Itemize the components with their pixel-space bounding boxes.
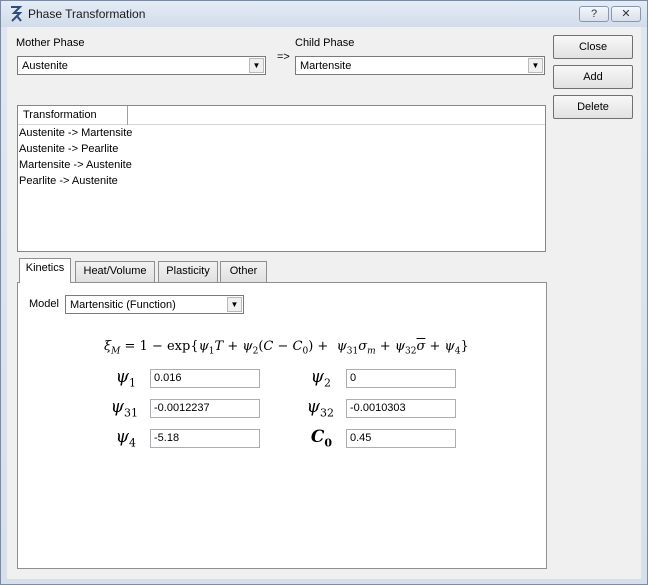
list-item[interactable]: Austenite -> Martensite bbox=[19, 127, 132, 143]
psi4-symbol: ψ4 bbox=[115, 427, 136, 450]
app-icon bbox=[11, 6, 23, 22]
column-header-transformation[interactable]: Transformation bbox=[18, 106, 128, 125]
list-item[interactable]: Pearlite -> Austenite bbox=[19, 175, 118, 191]
chevron-down-icon[interactable]: ▼ bbox=[249, 58, 264, 73]
model-label: Model bbox=[29, 298, 59, 310]
list-header: Transformation bbox=[18, 106, 545, 125]
close-window-button[interactable]: ✕ bbox=[611, 6, 641, 22]
chevron-down-icon[interactable]: ▼ bbox=[227, 297, 242, 312]
model-select[interactable]: Martensitic (Function) ▼ bbox=[65, 295, 244, 314]
phase-transformation-window: Phase Transformation ? ✕ Mother Phase Au… bbox=[0, 0, 648, 585]
kinetics-formula: ξM = 1 − exp{ψ1T + ψ2(C − C0) + ψ31σm + … bbox=[104, 339, 469, 357]
psi1-symbol: ψ1 bbox=[115, 367, 136, 390]
dialog-client-area: Mother Phase Austenite ▼ => Child Phase … bbox=[7, 27, 641, 579]
delete-button[interactable]: Delete bbox=[553, 95, 633, 119]
psi2-symbol: ψ2 bbox=[310, 367, 331, 390]
add-button[interactable]: Add bbox=[553, 65, 633, 89]
psi32-input[interactable]: -0.0010303 bbox=[346, 399, 456, 418]
tab-kinetics[interactable]: Kinetics bbox=[19, 258, 71, 283]
column-header-empty bbox=[128, 106, 545, 125]
tab-other[interactable]: Other bbox=[220, 261, 267, 282]
help-button[interactable]: ? bbox=[579, 6, 609, 22]
list-item[interactable]: Austenite -> Pearlite bbox=[19, 143, 118, 159]
psi31-symbol: ψ31 bbox=[110, 397, 138, 420]
mother-phase-label: Mother Phase bbox=[16, 37, 85, 49]
psi4-input[interactable]: -5.18 bbox=[150, 429, 260, 448]
tab-heat-volume[interactable]: Heat/Volume bbox=[75, 261, 155, 282]
child-phase-label: Child Phase bbox=[295, 37, 355, 49]
tab-plasticity[interactable]: Plasticity bbox=[158, 261, 218, 282]
model-value: Martensitic (Function) bbox=[70, 299, 176, 311]
mother-phase-select[interactable]: Austenite ▼ bbox=[17, 56, 266, 75]
psi2-input[interactable]: 0 bbox=[346, 369, 456, 388]
close-button[interactable]: Close bbox=[553, 35, 633, 59]
c0-input[interactable]: 0.45 bbox=[346, 429, 456, 448]
chevron-down-icon[interactable]: ▼ bbox=[528, 58, 543, 73]
child-phase-select[interactable]: Martensite ▼ bbox=[295, 56, 545, 75]
list-item[interactable]: Martensite -> Austenite bbox=[19, 159, 132, 175]
c0-symbol: C0 bbox=[310, 427, 332, 450]
mother-phase-value: Austenite bbox=[22, 60, 68, 72]
psi32-symbol: ψ32 bbox=[306, 397, 334, 420]
kinetics-panel: Model Martensitic (Function) ▼ ξM = 1 − … bbox=[17, 282, 547, 569]
child-phase-value: Martensite bbox=[300, 60, 352, 72]
arrow-text: => bbox=[277, 51, 290, 63]
title-bar[interactable]: Phase Transformation ? ✕ bbox=[1, 1, 647, 27]
psi1-input[interactable]: 0.016 bbox=[150, 369, 260, 388]
transformation-list[interactable]: Transformation Austenite -> Martensite A… bbox=[17, 105, 546, 252]
window-title: Phase Transformation bbox=[28, 7, 146, 21]
close-icon: ✕ bbox=[621, 8, 631, 20]
psi31-input[interactable]: -0.0012237 bbox=[150, 399, 260, 418]
